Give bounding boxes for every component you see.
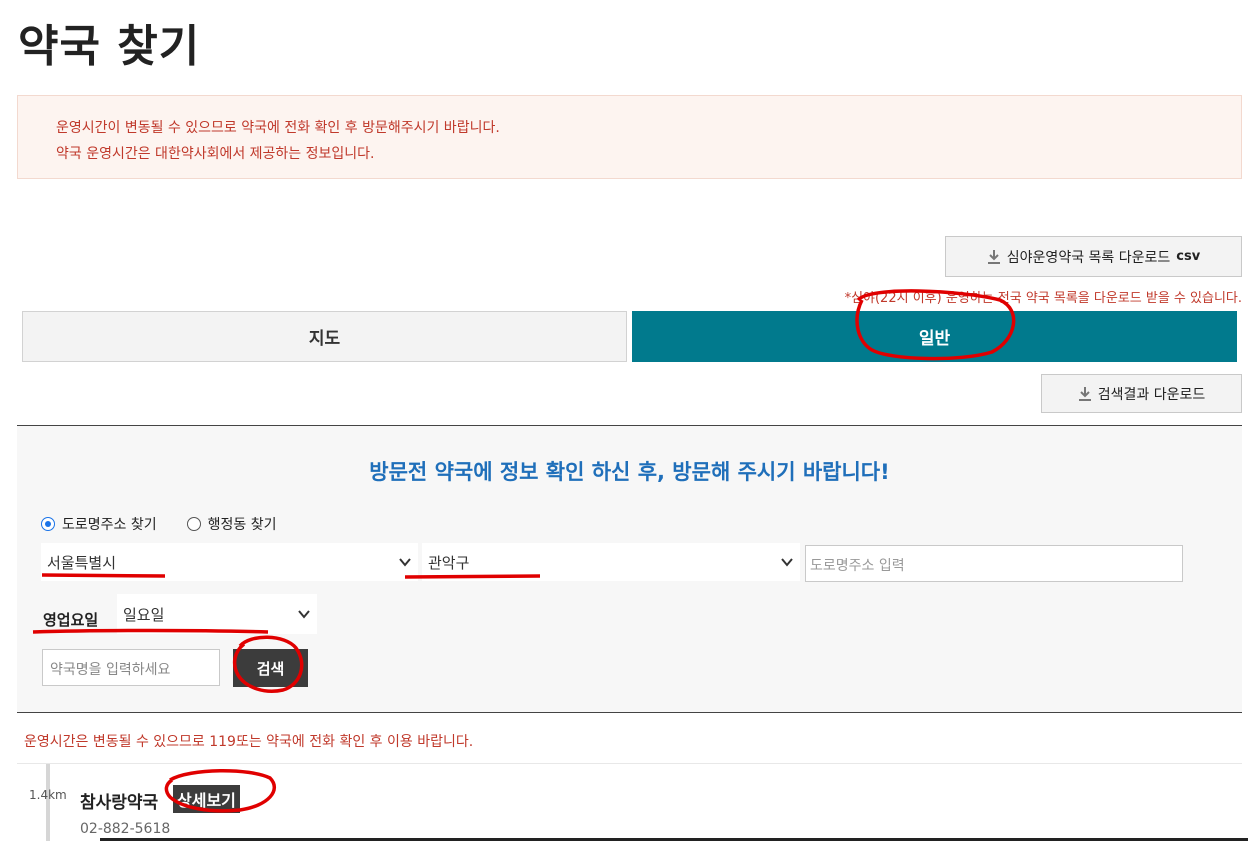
download-icon	[987, 249, 1000, 264]
download-icon	[1078, 386, 1091, 401]
city-select-value: 서울특별시	[47, 553, 117, 572]
district-select-value: 관악구	[428, 553, 470, 572]
radio-admin-label: 행정동 찾기	[207, 517, 277, 533]
search-panel: 방문전 약국에 정보 확인 하신 후, 방문해 주시기 바랍니다! 도로명주소 …	[17, 425, 1242, 713]
notice-box: 운영시간이 변동될 수 있으므로 약국에 전화 확인 후 방문해주시기 바랍니다…	[17, 95, 1242, 179]
night-download-note: *심야(22시 이후) 운영하는 전국 약국 목록을 다운로드 받을 수 있습니…	[844, 291, 1242, 306]
radio-road-label: 도로명주소 찾기	[62, 517, 157, 533]
night-download-label: 심야운영약국 목록 다운로드	[1006, 249, 1171, 266]
pharmacy-name: 참사랑약국	[80, 793, 159, 813]
notice-line-1: 운영시간이 변동될 수 있으므로 약국에 전화 확인 후 방문해주시기 바랍니다…	[56, 120, 500, 136]
notice-line-2: 약국 운영시간은 대한약사회에서 제공하는 정보입니다.	[56, 146, 375, 162]
search-heading: 방문전 약국에 정보 확인 하신 후, 방문해 주시기 바랍니다!	[369, 460, 890, 484]
day-select[interactable]: 일요일	[117, 594, 317, 634]
chevron-down-icon	[399, 558, 411, 567]
csv-label: csv	[1176, 249, 1201, 264]
result-download-label: 검색결과 다운로드	[1097, 386, 1206, 403]
list-item: 1.4km 참사랑약국 상세보기 02-882-5618	[0, 764, 1248, 841]
radio-checked-icon[interactable]	[41, 517, 55, 531]
distance-label: 1.4km	[29, 788, 67, 802]
detail-button[interactable]: 상세보기	[173, 785, 240, 813]
page-title: 약국 찾기	[18, 21, 201, 72]
day-select-value: 일요일	[123, 605, 165, 624]
warning-line: 운영시간은 변동될 수 있으므로 119또는 약국에 전화 확인 후 이용 바랍…	[24, 734, 474, 750]
pharmacy-name-input[interactable]: 약국명을 입력하세요	[42, 649, 220, 686]
radio-road-address[interactable]: 도로명주소 찾기	[41, 514, 157, 534]
day-label: 영업요일	[43, 611, 99, 629]
tab-general[interactable]: 일반	[632, 311, 1237, 362]
pharmacy-phone: 02-882-5618	[80, 821, 171, 837]
night-pharmacy-download-button[interactable]: 심야운영약국 목록 다운로드 csv	[945, 236, 1242, 277]
chevron-down-icon	[298, 610, 310, 619]
search-mode-radios: 도로명주소 찾기 행정동 찾기	[41, 514, 276, 534]
timeline-bar	[46, 764, 50, 841]
radio-admin-dong[interactable]: 행정동 찾기	[186, 514, 277, 534]
radio-unchecked-icon[interactable]	[186, 517, 201, 531]
road-address-input[interactable]: 도로명주소 입력	[805, 545, 1183, 582]
tab-map[interactable]: 지도	[22, 311, 627, 362]
district-select[interactable]: 관악구	[422, 543, 800, 581]
search-button[interactable]: 검색	[233, 649, 308, 687]
result-download-button[interactable]: 검색결과 다운로드	[1041, 374, 1242, 413]
city-select[interactable]: 서울특별시	[41, 543, 418, 581]
chevron-down-icon	[781, 558, 793, 567]
